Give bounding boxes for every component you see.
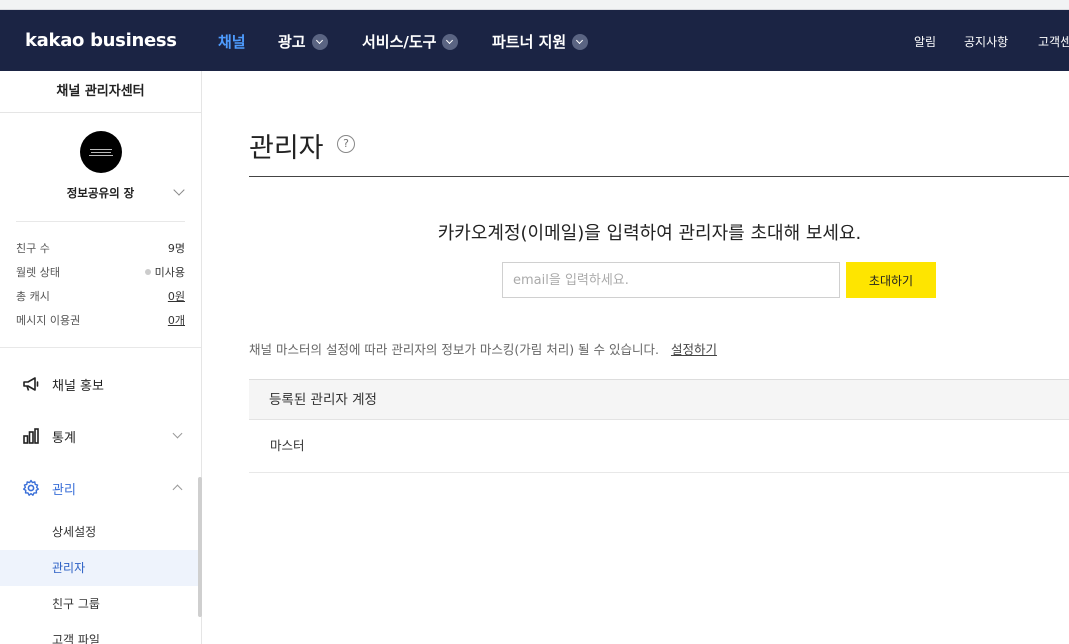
nav-channel[interactable]: 채널 (218, 31, 246, 52)
nav-partner-support[interactable]: 파트너 지원 (492, 31, 589, 52)
chevron-up-icon (172, 484, 183, 495)
stat-value-wrapper: 미사용 (144, 264, 185, 280)
status-dot-icon (144, 269, 151, 275)
invite-button[interactable]: 초대하기 (846, 262, 936, 298)
help-icon[interactable]: ? (337, 135, 355, 153)
stat-value: 미사용 (154, 266, 185, 279)
nav-service-tools[interactable]: 서비스/도구 (362, 31, 459, 52)
stat-wallet: 월렛 상태 미사용 (16, 260, 185, 284)
stat-label: 총 캐시 (16, 290, 50, 303)
title-divider (249, 176, 1069, 177)
masking-settings-link[interactable]: 설정하기 (671, 342, 717, 357)
table-row: 마스터 (249, 420, 1069, 473)
page-title: 관리자 (249, 133, 324, 164)
email-input[interactable] (502, 262, 840, 298)
stat-value-link[interactable]: 0원 (168, 288, 185, 304)
nav-ad-label: 광고 (278, 33, 306, 51)
main-content: 관리자 ? 카카오계정(이메일)을 입력하여 관리자를 초대해 보세요. 초대하… (202, 71, 1069, 644)
util-customer-center-link[interactable]: 고객센터 (1038, 33, 1069, 50)
channel-profile: 정보공유의 장 (0, 113, 201, 221)
chevron-down-icon (572, 33, 589, 50)
stat-value-link[interactable]: 0개 (168, 312, 185, 328)
stat-label: 친구 수 (16, 242, 50, 255)
util-notices-link[interactable]: 공지사항 (964, 33, 1008, 50)
stat-value: 9명 (167, 242, 185, 255)
stat-friends: 친구 수 9명 (16, 236, 185, 260)
masking-note: 채널 마스터의 설정에 따라 관리자의 정보가 마스킹(가림 처리) 될 수 있… (249, 339, 717, 358)
stat-label: 월렛 상태 (16, 266, 60, 279)
sidebar-item-manage[interactable]: 관리 (0, 462, 201, 514)
channel-stats: 친구 수 9명 월렛 상태 미사용 총 캐시 0원 메시지 이용권 0개 (16, 221, 185, 347)
chevron-down-icon (311, 33, 328, 50)
browser-chrome-strip (0, 0, 1069, 10)
stat-label: 메시지 이용권 (16, 314, 81, 327)
channel-avatar (79, 131, 122, 173)
sidebar-item-label: 관리 (52, 482, 76, 498)
sidebar-item-statistics[interactable]: 통계 (0, 410, 201, 462)
util-notifications-link[interactable]: 알림 (914, 33, 936, 50)
masking-note-text: 채널 마스터의 설정에 따라 관리자의 정보가 마스킹(가림 처리) 될 수 있… (249, 342, 659, 357)
stat-message-vouchers: 메시지 이용권 0개 (16, 308, 185, 332)
nav-channel-label: 채널 (218, 33, 246, 51)
gear-icon (23, 479, 39, 496)
sidebar-subitem-customer-files[interactable]: 고객 파일 (0, 622, 201, 644)
nav-partner-support-label: 파트너 지원 (492, 33, 567, 51)
sidebar-item-channel-promo[interactable]: 채널 홍보 (0, 358, 201, 410)
top-navigation-bar: kakao business 채널 광고 서비스/도구 파트너 지원 알림 공지… (0, 10, 1069, 71)
channel-name: 정보공유의 장 (66, 186, 135, 200)
sidebar-subitem-detail-settings[interactable]: 상세설정 (0, 514, 201, 550)
invite-message: 카카오계정(이메일)을 입력하여 관리자를 초대해 보세요. (437, 223, 862, 244)
sidebar-subitem-managers[interactable]: 관리자 (0, 550, 201, 586)
sidebar-title: 채널 관리자센터 (0, 71, 201, 113)
nav-ad[interactable]: 광고 (278, 31, 328, 52)
nav-service-tools-label: 서비스/도구 (362, 33, 437, 51)
kakao-business-logo[interactable]: kakao business (25, 30, 177, 51)
bar-chart-icon (23, 428, 39, 444)
sidebar: 채널 관리자센터 정보공유의 장 친구 수 9명 월렛 상태 미사용 총 캐시 … (0, 71, 202, 644)
chevron-down-icon (442, 33, 459, 50)
registered-managers-header: 등록된 관리자 계정 (249, 379, 1069, 420)
megaphone-icon (23, 377, 39, 391)
chevron-down-icon (172, 428, 183, 439)
stat-cash: 총 캐시 0원 (16, 284, 185, 308)
sidebar-subitem-friend-groups[interactable]: 친구 그룹 (0, 586, 201, 622)
sidebar-item-label: 통계 (52, 430, 76, 446)
sidebar-item-label: 채널 홍보 (52, 378, 104, 394)
